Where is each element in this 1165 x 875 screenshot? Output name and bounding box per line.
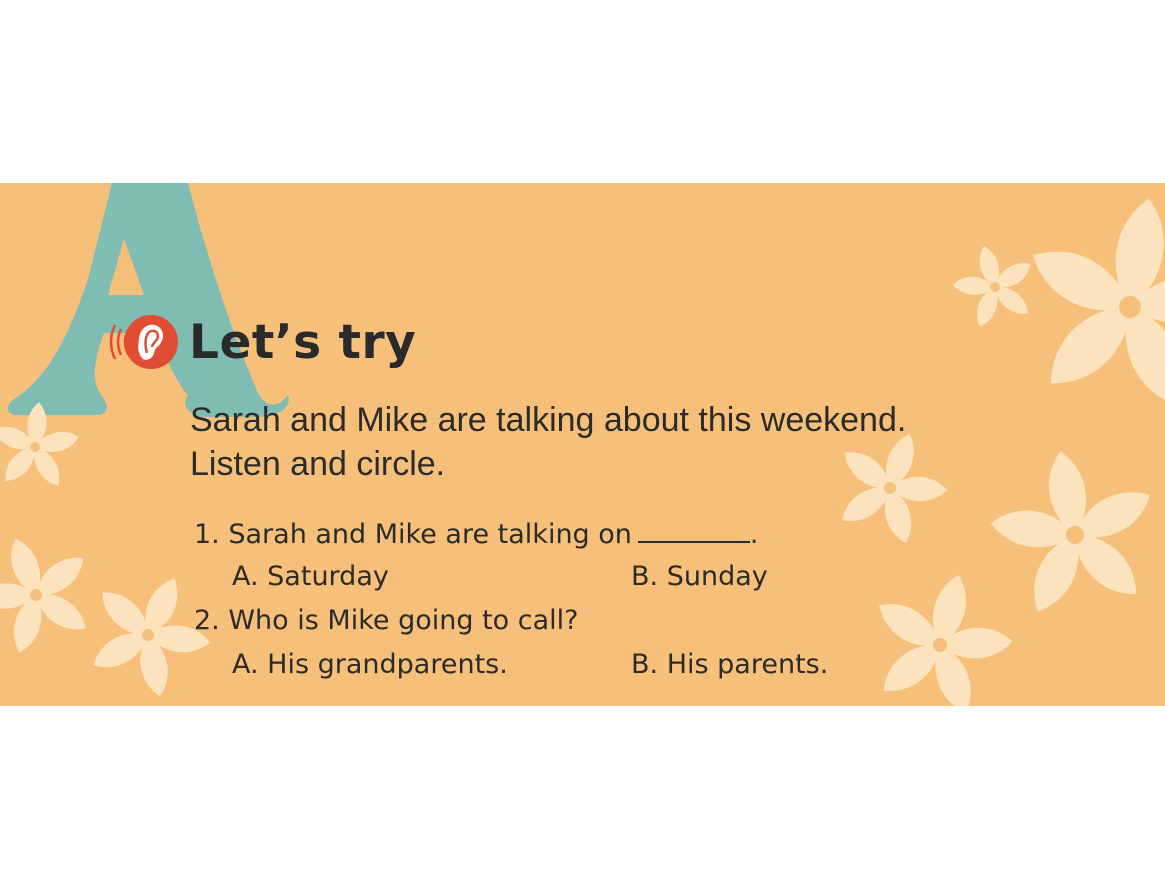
question-number: 2. xyxy=(194,605,220,636)
section-title: Let’s try xyxy=(189,314,417,370)
answer-blank xyxy=(637,517,750,543)
option-label: A. xyxy=(232,649,259,680)
exercise-panel: Let’s try Sarah and Mike are talking abo… xyxy=(0,183,1165,706)
section-heading: Let’s try xyxy=(105,302,416,382)
instruction-line-1: Sarah and Mike are talking about this we… xyxy=(190,401,907,439)
option-2a[interactable]: A. His grandparents. xyxy=(232,649,508,680)
question-number: 1. xyxy=(194,519,220,550)
option-text: Sunday xyxy=(666,561,768,592)
question-2: 2. Who is Mike going to call? xyxy=(194,605,579,636)
question-1: 1. Sarah and Mike are talking on. xyxy=(194,517,759,550)
option-1b[interactable]: B. Sunday xyxy=(631,561,768,592)
instruction-line-2: Listen and circle. xyxy=(190,445,446,483)
option-text: His grandparents. xyxy=(267,649,508,680)
option-label: B. xyxy=(631,561,659,592)
option-2b[interactable]: B. His parents. xyxy=(631,649,828,680)
option-text: Saturday xyxy=(267,561,389,592)
option-text: His parents. xyxy=(666,649,829,680)
question-text: Who is Mike going to call? xyxy=(228,605,579,636)
question-text: Sarah and Mike are talking on xyxy=(228,519,632,550)
question-end: . xyxy=(749,519,759,550)
option-label: B. xyxy=(631,649,659,680)
instruction-text: Sarah and Mike are talking about this we… xyxy=(190,398,1090,486)
ear-icon[interactable] xyxy=(105,307,179,377)
option-1a[interactable]: A. Saturday xyxy=(232,561,389,592)
option-label: A. xyxy=(232,561,259,592)
